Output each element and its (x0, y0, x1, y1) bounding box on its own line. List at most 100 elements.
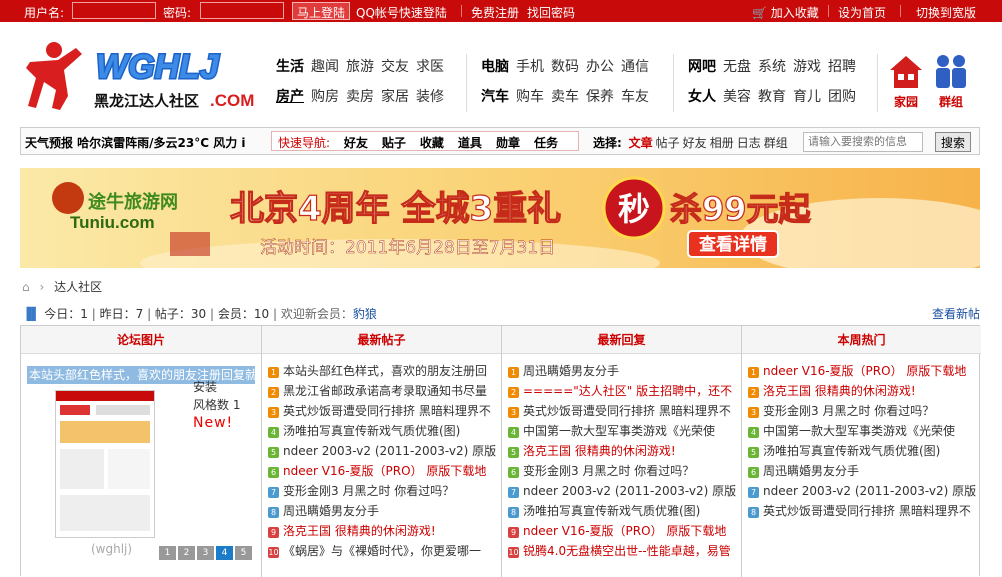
nav-item-netbar[interactable]: 网吧 (688, 59, 716, 75)
picture-thumbnail[interactable] (55, 390, 155, 538)
nav-item[interactable]: 数码 (551, 59, 579, 75)
nav-item[interactable]: 购车 (516, 89, 544, 105)
quick-nav-item[interactable]: 好友 (344, 136, 368, 150)
find-password-link[interactable]: 找回密码 (527, 4, 575, 21)
nav-item[interactable]: 通信 (621, 59, 649, 75)
breadcrumb-current[interactable]: 达人社区 (54, 280, 102, 294)
password-input[interactable] (200, 2, 284, 19)
scope-option-selected[interactable]: 文章 (629, 136, 653, 150)
banner-detail-button[interactable]: 查看详情 (698, 234, 767, 255)
site-logo[interactable]: WGHLJ WGHLJ 黑龙江达人社区 .COM (24, 38, 260, 116)
scope-option[interactable]: 好友 (683, 136, 707, 150)
scope-option[interactable]: 日志 (737, 136, 761, 150)
nav-item[interactable]: 系统 (758, 59, 786, 75)
list-item[interactable]: 2 洛克王国 很精典的休闲游戏! (748, 381, 976, 401)
list-item[interactable]: 3 英式炒饭哥遭受同行排挤 黑暗料理界不 (508, 401, 736, 421)
list-item[interactable]: 6 周迅瞒婚男友分手 (748, 461, 976, 481)
list-item[interactable]: 7 变形金刚3 月黑之时 你看过吗？ (268, 481, 496, 501)
nav-item-car[interactable]: 汽车 (481, 89, 509, 105)
nav-item[interactable]: 招聘 (828, 59, 856, 75)
list-item[interactable]: 3 变形金刚3 月黑之时 你看过吗？ (748, 401, 976, 421)
set-homepage-link[interactable]: 设为首页 (838, 4, 886, 21)
scope-option[interactable]: 群组 (764, 136, 788, 150)
list-item[interactable]: 4 中国第一款大型军事类游戏《光荣使 (508, 421, 736, 441)
list-item[interactable]: 10 《蜗居》与《裸婚时代》，你更爱哪一 (268, 541, 496, 561)
list-item[interactable]: 5 ndeer 2003-v2 (2011-2003-v2) 原版 (268, 441, 496, 461)
username-label: 用户名: (24, 6, 65, 20)
list-item[interactable]: 6 ndeer V16-夏版（PRO） 原版下载地 (268, 461, 496, 481)
list-item[interactable]: 2 ====="达人社区" 版主招聘中，还不 (508, 381, 736, 401)
list-item[interactable]: 7 ndeer 2003-v2 (2011-2003-v2) 原版 (748, 481, 976, 501)
favorite-link[interactable]: 🛒 加入收藏 (752, 4, 819, 21)
quick-nav-item[interactable]: 任务 (534, 136, 558, 150)
nav-item-women[interactable]: 女人 (688, 89, 716, 105)
nav-item[interactable]: 手机 (516, 59, 544, 75)
list-item[interactable]: 6 变形金刚3 月黑之时 你看过吗？ (508, 461, 736, 481)
list-item[interactable]: 1 本站头部红色样式，喜欢的朋友注册回 (268, 361, 496, 381)
list-item[interactable]: 9 洛克王国 很精典的休闲游戏! (268, 521, 496, 541)
rank-badge: 4 (268, 427, 279, 438)
switch-wide-link[interactable]: 切换到宽版 (916, 4, 976, 21)
list-item[interactable]: 9 ndeer V16-夏版（PRO） 原版下载地 (508, 521, 736, 541)
nav-item[interactable]: 车友 (621, 89, 649, 105)
nav-item[interactable]: 求医 (416, 59, 444, 75)
view-new-posts-link[interactable]: 查看新帖 (932, 305, 980, 322)
login-button[interactable]: 马上登陆 (292, 2, 351, 20)
search-input[interactable] (803, 132, 923, 152)
list-item[interactable]: 8 周迅瞒婚男友分手 (268, 501, 496, 521)
list-item[interactable]: 3 英式炒饭哥遭受同行排挤 黑暗料理界不 (268, 401, 496, 421)
search-button[interactable]: 搜索 (935, 132, 971, 152)
nav-item[interactable]: 旅游 (346, 59, 374, 75)
nav-item[interactable]: 卖车 (551, 89, 579, 105)
rank-badge: 3 (268, 407, 279, 418)
ad-banner[interactable]: 途牛旅游网 Tuniu.com 北京4周年 全城3重礼 秒 杀99元起 活动时间… (20, 168, 980, 268)
list-item[interactable]: 5 汤唯拍写真宣传新戏气质优雅(图) (748, 441, 976, 461)
nav-item[interactable]: 团购 (828, 89, 856, 105)
nav-item[interactable]: 保养 (586, 89, 614, 105)
list-item[interactable]: 4 中国第一款大型军事类游戏《光荣使 (748, 421, 976, 441)
list-item[interactable]: 5 洛克王国 很精典的休闲游戏! (508, 441, 736, 461)
home-shortcut[interactable]: 家园 (888, 54, 924, 112)
list-item[interactable]: 1 ndeer V16-夏版（PRO） 原版下载地 (748, 361, 976, 381)
pager-button[interactable]: 3 (197, 546, 214, 560)
pager-button[interactable]: 1 (159, 546, 176, 560)
nav-item[interactable]: 游戏 (793, 59, 821, 75)
nav-item[interactable]: 办公 (586, 59, 614, 75)
list-item[interactable]: 7 ndeer 2003-v2 (2011-2003-v2) 原版 (508, 481, 736, 501)
scope-option[interactable]: 帖子 (656, 136, 680, 150)
nav-item[interactable]: 育儿 (793, 89, 821, 105)
nav-item[interactable]: 教育 (758, 89, 786, 105)
register-link[interactable]: 免费注册 (471, 4, 519, 21)
list-item[interactable]: 8 英式炒饭哥遭受同行排挤 黑暗料理界不 (748, 501, 976, 521)
nav-item[interactable]: 装修 (416, 89, 444, 105)
pager-button-active[interactable]: 4 (216, 546, 233, 560)
nav-item-computer[interactable]: 电脑 (481, 59, 509, 75)
nav-item[interactable]: 美容 (723, 89, 751, 105)
pager-button[interactable]: 2 (178, 546, 195, 560)
list-item[interactable]: 1 周迅瞒婚男友分手 (508, 361, 736, 381)
scope-option[interactable]: 相册 (710, 136, 734, 150)
newest-member-link[interactable]: 豹狼 (353, 307, 377, 321)
nav-item[interactable]: 交友 (381, 59, 409, 75)
qq-login-link[interactable]: QQ帐号快速登陆 (356, 4, 447, 21)
nav-item[interactable]: 卖房 (346, 89, 374, 105)
nav-item[interactable]: 趣闻 (311, 59, 339, 75)
quick-nav-item[interactable]: 道具 (458, 136, 482, 150)
nav-item-life[interactable]: 生活 (276, 59, 304, 75)
group-shortcut[interactable]: 群组 (930, 54, 972, 112)
list-item[interactable]: 8 汤唯拍写真宣传新戏气质优雅(图) (508, 501, 736, 521)
quick-nav-item[interactable]: 收藏 (420, 136, 444, 150)
quick-nav-item[interactable]: 勋章 (496, 136, 520, 150)
list-item[interactable]: 4 汤唯拍写真宣传新戏气质优雅(图) (268, 421, 496, 441)
list-item[interactable]: 10 锐腾4.0无盘横空出世--性能卓越，易管 (508, 541, 736, 561)
weather-forecast[interactable]: 天气预报 哈尔滨雷阵雨/多云23°C 风力 i (25, 134, 257, 151)
list-item[interactable]: 2 黑龙江省邮政承诺高考录取通知书尽量 (268, 381, 496, 401)
nav-item[interactable]: 无盘 (723, 59, 751, 75)
home-icon[interactable]: ⌂ (22, 280, 30, 294)
username-input[interactable] (72, 2, 156, 19)
pager-button[interactable]: 5 (235, 546, 252, 560)
quick-nav-item[interactable]: 贴子 (382, 136, 406, 150)
nav-item-house[interactable]: 房产 (276, 89, 304, 105)
nav-item[interactable]: 购房 (311, 89, 339, 105)
nav-item[interactable]: 家居 (381, 89, 409, 105)
